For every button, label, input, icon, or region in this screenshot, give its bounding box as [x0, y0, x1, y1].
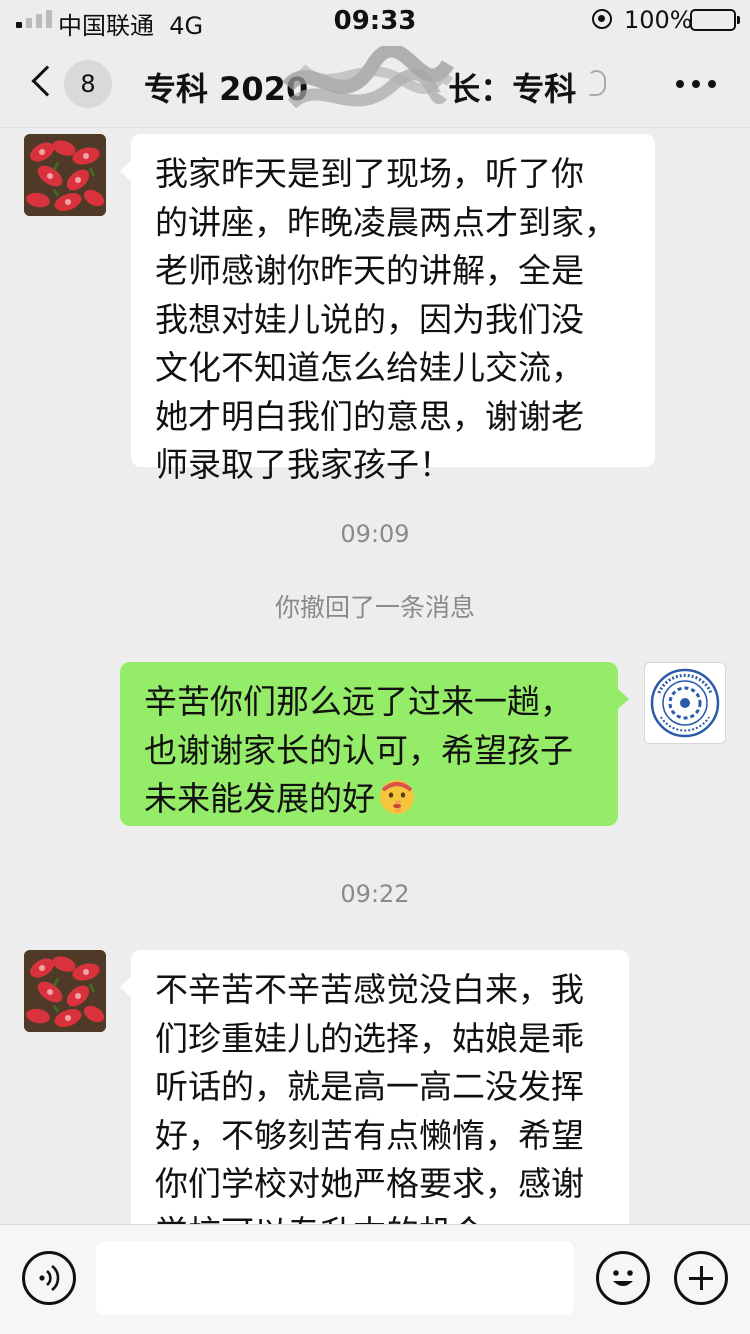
chat-title-suffix: 长：专科: [448, 70, 577, 108]
message-line: 你们学校对她严格要求，感谢: [155, 1164, 584, 1203]
message-input[interactable]: [96, 1241, 574, 1315]
flower-avatar-image: [24, 134, 106, 216]
message-line: 我家昨天是到了现场，听了你: [155, 154, 584, 193]
battery-icon: [690, 9, 740, 31]
message-line: 师录取了我家孩子！: [155, 445, 452, 484]
contact-avatar[interactable]: [24, 950, 106, 1032]
message-line: 辛苦你们那么远了过来一趟，: [144, 682, 573, 721]
emoji-face-icon[interactable]: [596, 1251, 650, 1305]
message-line: 好，不够刻苦有点懒惰，希望: [155, 1115, 584, 1155]
plus-icon[interactable]: [674, 1251, 728, 1305]
rotation-lock-icon: [592, 9, 612, 29]
message-bubble-outgoing[interactable]: 辛苦你们那么远了过来一趟， 也谢谢家长的认可，希望孩子 未来能发展的好: [120, 662, 629, 826]
message-timestamp: 09:22: [340, 880, 410, 908]
redaction-scribble: [282, 46, 454, 109]
recalled-message-notice: 你撤回了一条消息: [274, 593, 475, 622]
earpiece-mode-icon: [588, 70, 606, 96]
unread-count-badge[interactable]: 8: [64, 60, 112, 108]
battery-percentage: 100%: [624, 6, 693, 34]
message-line: 的讲座，昨晚凌晨两点才到家，: [155, 202, 617, 242]
message-line: 她才明白我们的意思，谢谢老: [155, 396, 584, 436]
my-avatar[interactable]: [644, 662, 726, 744]
message-line: 文化不知道怎么给娃儿交流，: [155, 348, 584, 387]
message-line: 听话的，就是高一高二没发挥: [155, 1067, 584, 1106]
message-line: 们珍重娃儿的选择，姑娘是乖: [155, 1018, 584, 1058]
back-icon[interactable]: [31, 65, 63, 97]
message-line: 未来能发展的好: [144, 779, 375, 818]
status-bar: 中国联通 4G 09:33 100%: [0, 0, 750, 40]
message-bubble-incoming[interactable]: 我家昨天是到了现场，听了你 的讲座，昨晚凌晨两点才到家， 老师感谢你昨天的讲解，…: [120, 134, 655, 484]
contact-avatar[interactable]: [24, 134, 106, 216]
chat-header: 8 专科 2020 长：专科: [0, 40, 750, 128]
voice-wave-glyph: [39, 1264, 60, 1292]
message-line: 我想对娃儿说的，因为我们没: [155, 299, 584, 339]
flower-avatar-image: [24, 950, 106, 1032]
message-line: 老师感谢你昨天的讲解，全是: [155, 251, 584, 290]
shushing-face-emoji: [380, 780, 414, 814]
chat-input-bar: [0, 1224, 750, 1334]
message-line: 也谢谢家长的认可，希望孩子: [144, 730, 573, 770]
more-icon[interactable]: [676, 80, 716, 88]
message-timestamp: 09:09: [340, 520, 410, 548]
message-bubble-incoming[interactable]: 不辛苦不辛苦感觉没白来，我 们珍重娃儿的选择，姑娘是乖 听话的，就是高一高二没发…: [120, 950, 629, 1252]
smile-glyph: [613, 1270, 633, 1286]
school-seal-icon: [645, 663, 725, 743]
message-line: 不辛苦不辛苦感觉没白来，我: [155, 970, 584, 1009]
voice-icon[interactable]: [22, 1251, 76, 1305]
